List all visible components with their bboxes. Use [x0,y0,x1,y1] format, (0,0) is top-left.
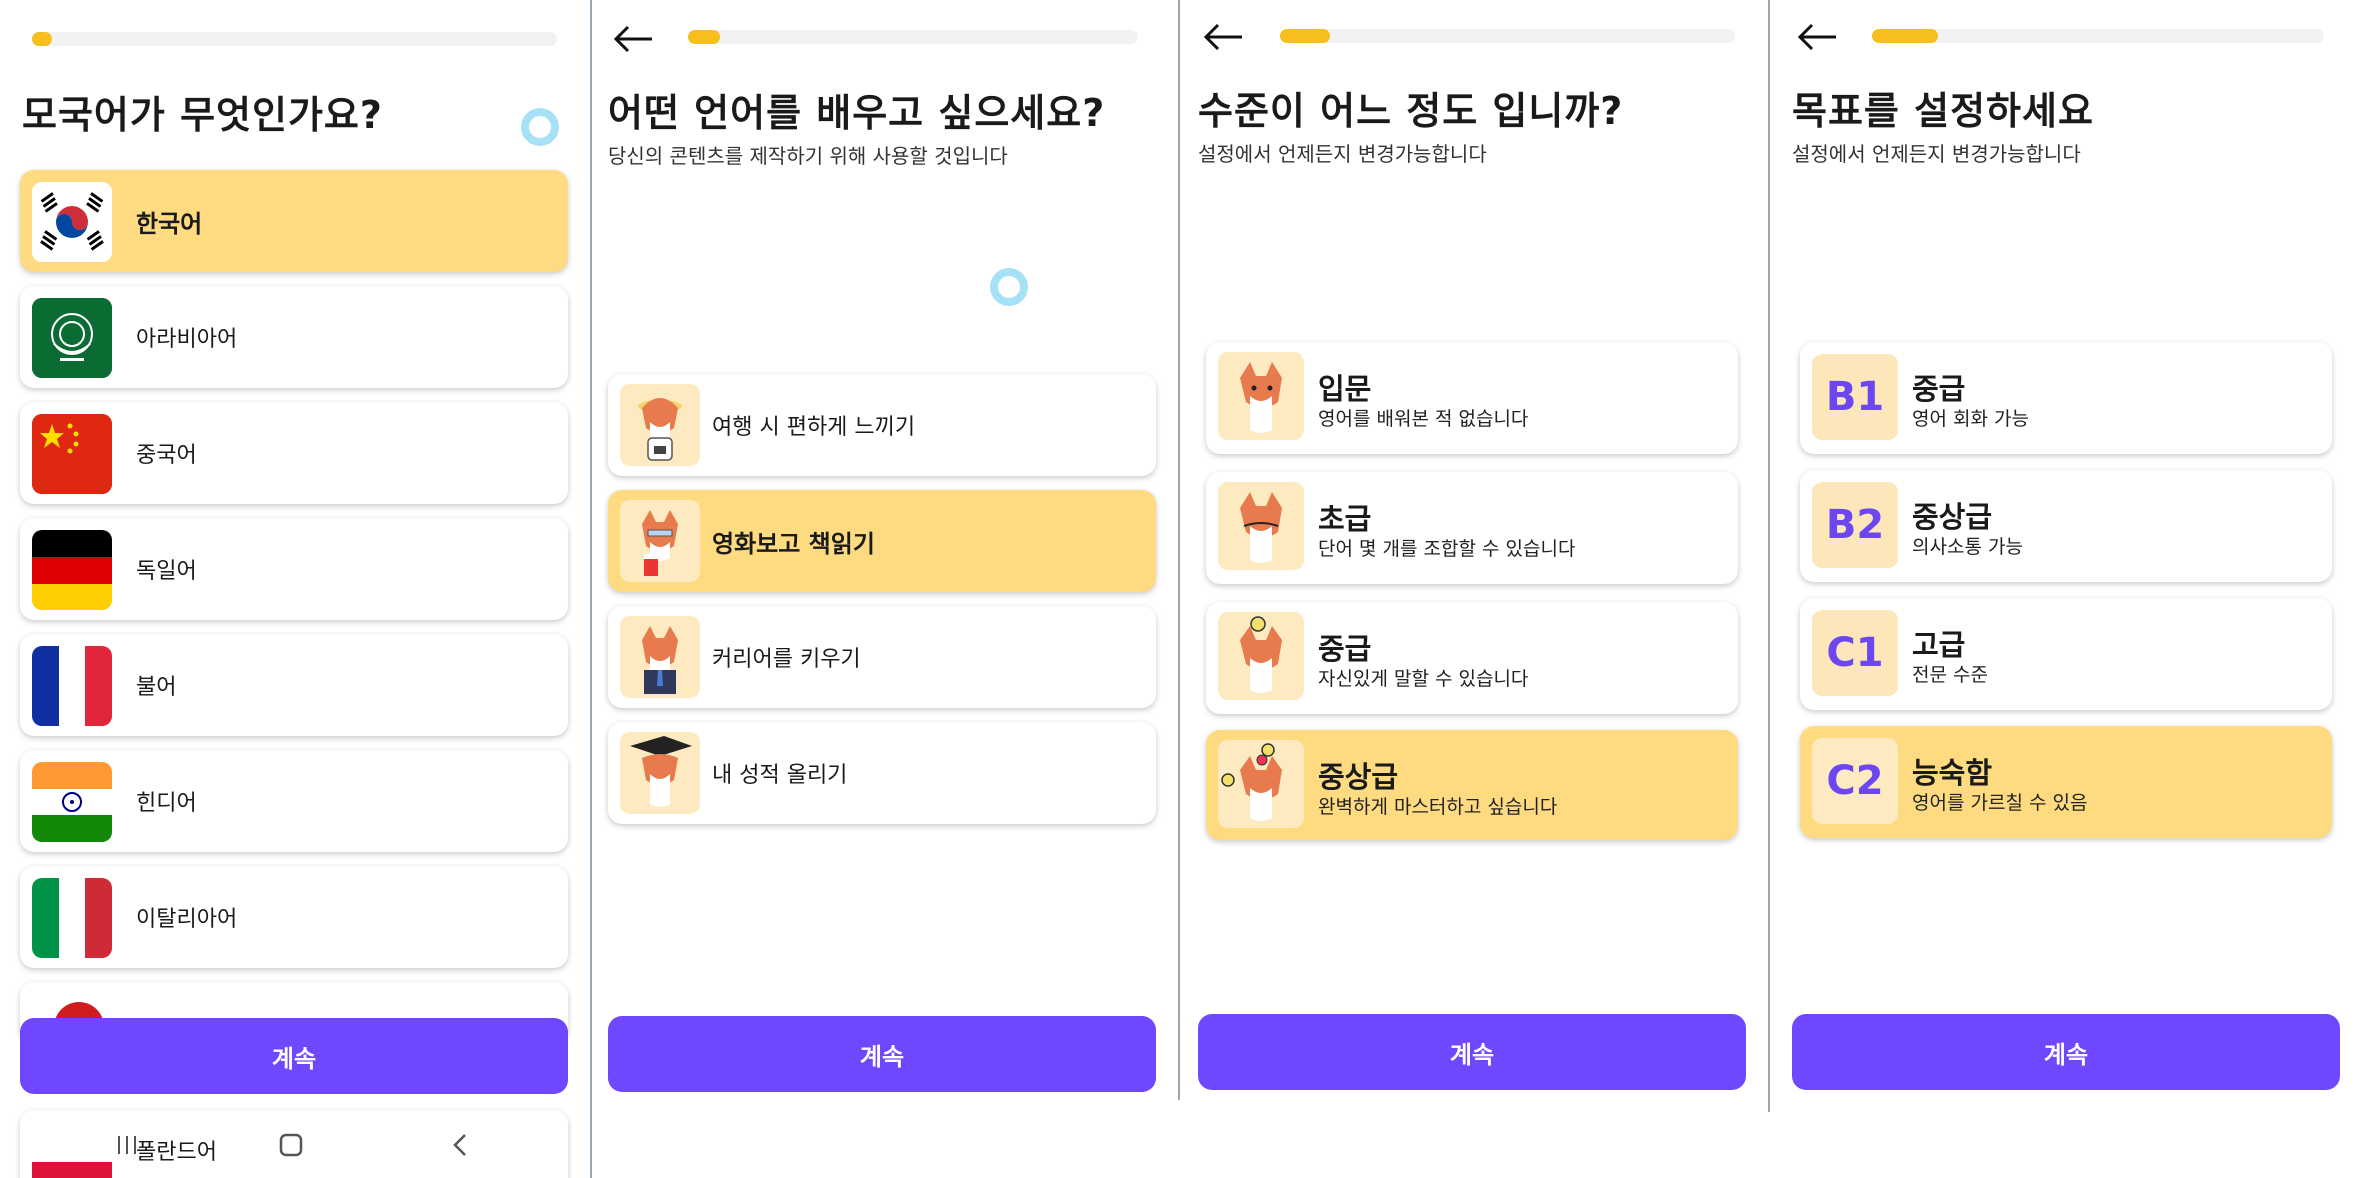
level-screen: 수준이 어느 정도 입니까? 설정에서 언제든지 변경가능합니다 입문 영어를 … [1180,0,1768,1178]
language-label: 이탈리아어 [136,907,238,932]
corgi-business-icon [620,616,700,698]
goal-option-b1[interactable]: B1 중급 영어 회화 가능 [1800,342,2332,454]
language-label: 불어 [136,675,177,700]
page-subtitle: 설정에서 언제든지 변경가능합니다 [1198,142,1487,166]
purpose-label: 영화보고 책읽기 [712,529,875,558]
level-title: 입문 [1318,372,1372,406]
level-description: 자신있게 말할 수 있습니다 [1318,668,1529,690]
continue-button[interactable]: 계속 [608,1016,1156,1092]
corgi-waving-icon [1218,352,1304,440]
language-option-german[interactable]: 독일어 [20,518,568,620]
corgi-juggling-icon [1218,740,1304,828]
goal-option-c1[interactable]: C1 고급 전문 수준 [1800,598,2332,710]
page-title: 모국어가 무엇인가요? [22,93,383,137]
level-option-upper-intermediate[interactable]: 중상급 완벽하게 마스터하고 싶습니다 [1206,730,1738,840]
language-label: 아라비아어 [136,327,238,352]
progress-bar [688,30,1138,44]
language-option-french[interactable]: 불어 [20,634,568,736]
page-subtitle: 설정에서 언제든지 변경가능합니다 [1792,142,2081,166]
germany-flag-icon [32,530,112,610]
purpose-option-movies-books[interactable]: 영화보고 책읽기 [608,490,1156,592]
back-nav-icon[interactable] [450,1132,470,1158]
language-label: 한국어 [136,209,203,238]
native-language-screen: 모국어가 무엇인가요? 한국어 아라비아어 중국어 독일어 불어 힌디어 이탈리… [0,0,590,1178]
corgi-mustache-icon [1218,482,1304,570]
india-flag-icon [32,762,112,842]
goal-description: 영어를 가르칠 수 있음 [1912,792,2088,814]
language-label: 독일어 [136,559,197,584]
corgi-graduate-icon [620,732,700,814]
goal-description: 영어 회화 가능 [1912,408,2029,430]
continue-button[interactable]: 계속 [1792,1014,2340,1090]
level-description: 영어를 배워본 적 없습니다 [1318,408,1529,430]
level-option-intermediate[interactable]: 중급 자신있게 말할 수 있습니다 [1206,602,1738,714]
language-option-korean[interactable]: 한국어 [20,170,568,272]
language-label: 중국어 [136,443,197,468]
page-title: 수준이 어느 정도 입니까? [1198,89,1624,133]
page-subtitle: 당신의 콘텐츠를 제작하기 위해 사용할 것입니다 [608,144,1008,168]
continue-button[interactable]: 계속 [20,1018,568,1094]
corgi-popcorn-icon [620,500,700,582]
page-title: 어떤 언어를 배우고 싶으세요? [608,91,1106,135]
progress-bar [1280,29,1735,43]
back-arrow-icon[interactable] [1796,22,1838,52]
purpose-label: 여행 시 편하게 느끼기 [712,415,916,440]
continue-button[interactable]: 계속 [1198,1014,1746,1090]
purpose-label: 내 성적 올리기 [712,763,848,788]
poland-flag-icon [32,1122,112,1178]
loading-spinner [990,268,1028,306]
purpose-option-grades[interactable]: 내 성적 올리기 [608,722,1156,824]
level-option-beginner[interactable]: 입문 영어를 배워본 적 없습니다 [1206,342,1738,454]
goal-option-b2[interactable]: B2 중상급 의사소통 가능 [1800,470,2332,582]
corgi-ball-icon [1218,612,1304,700]
language-option-italian[interactable]: 이탈리아어 [20,866,568,968]
language-option-arabic[interactable]: 아라비아어 [20,286,568,388]
china-flag-icon [32,414,112,494]
level-title: 중급 [1318,632,1372,666]
level-code-badge: B2 [1812,482,1898,568]
purpose-option-travel[interactable]: 여행 시 편하게 느끼기 [608,374,1156,476]
goal-title: 능숙함 [1912,756,1993,790]
goal-title: 중급 [1912,372,1966,406]
progress-bar [32,32,557,46]
level-code-badge: C1 [1812,610,1898,696]
purpose-label: 커리어를 키우기 [712,647,861,672]
italy-flag-icon [32,878,112,958]
level-description: 단어 몇 개를 조합할 수 있습니다 [1318,538,1576,560]
arab-league-flag-icon [32,298,112,378]
back-arrow-icon[interactable] [612,24,654,54]
back-arrow-icon[interactable] [1202,22,1244,52]
korea-flag-icon [32,182,112,262]
level-option-elementary[interactable]: 초급 단어 몇 개를 조합할 수 있습니다 [1206,472,1738,584]
france-flag-icon [32,646,112,726]
loading-spinner [521,108,559,146]
learning-purpose-screen: 어떤 언어를 배우고 싶으세요? 당신의 콘텐츠를 제작하기 위해 사용할 것입… [592,0,1178,1178]
goal-option-c2[interactable]: C2 능숙함 영어를 가르칠 수 있음 [1800,726,2332,838]
corgi-traveler-icon [620,384,700,466]
page-title: 목표를 설정하세요 [1792,89,2094,133]
level-description: 완벽하게 마스터하고 싶습니다 [1318,796,1558,818]
recent-apps-icon[interactable] [116,1134,140,1156]
level-title: 초급 [1318,502,1372,536]
language-option-hindi[interactable]: 힌디어 [20,750,568,852]
purpose-option-career[interactable]: 커리어를 키우기 [608,606,1156,708]
goal-title: 고급 [1912,628,1966,662]
goal-screen: 목표를 설정하세요 설정에서 언제든지 변경가능합니다 B1 중급 영어 회화 … [1770,0,2366,1178]
language-label: 힌디어 [136,791,197,816]
progress-bar [1872,29,2324,43]
level-code-badge: B1 [1812,354,1898,440]
language-option-chinese[interactable]: 중국어 [20,402,568,504]
level-title: 중상급 [1318,760,1399,794]
android-nav-bar [110,1128,510,1164]
goal-title: 중상급 [1912,500,1993,534]
level-code-badge: C2 [1812,738,1898,824]
goal-description: 전문 수준 [1912,664,1988,686]
goal-description: 의사소통 가능 [1912,536,2023,558]
home-icon[interactable] [278,1132,304,1158]
